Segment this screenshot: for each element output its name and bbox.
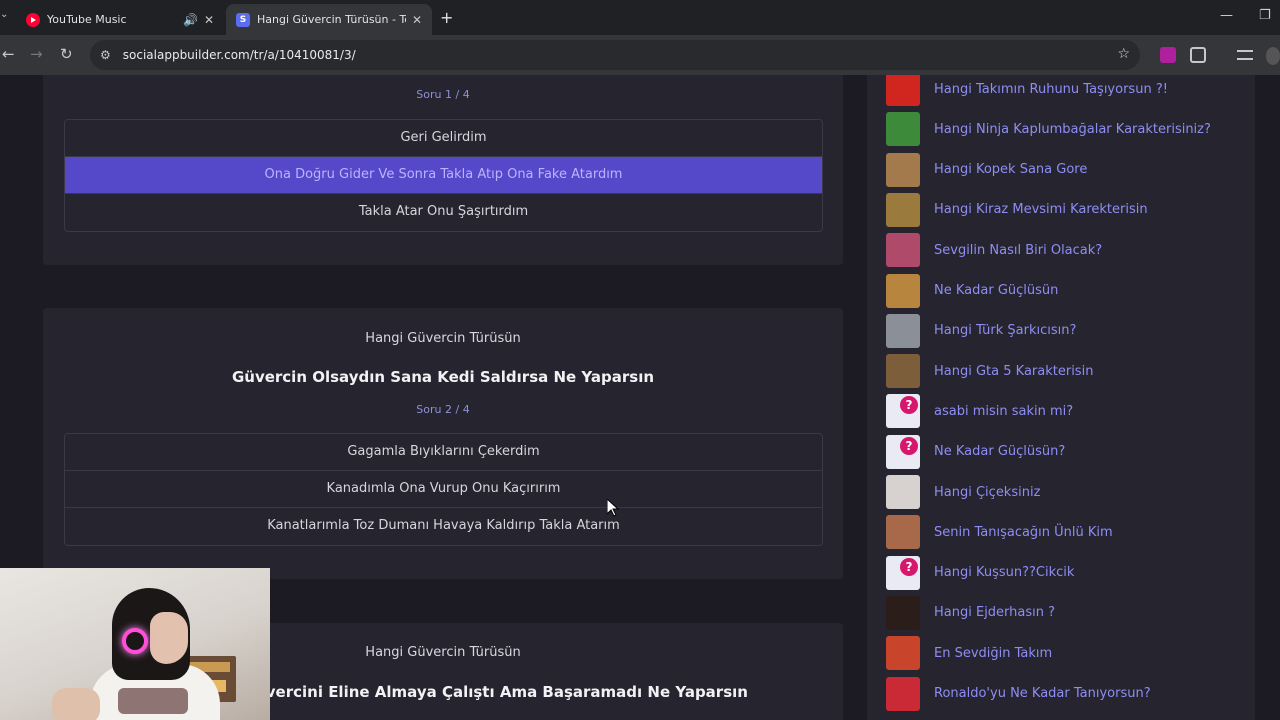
related-quizzes-sidebar: Hangi Takımın Ruhunu Taşıyorsun ?! Hangi … [867, 75, 1255, 720]
quiz-thumbnail[interactable]: ? [886, 394, 920, 429]
answer-option[interactable]: Kanadımla Ona Vurup Onu Kaçırırım [65, 471, 822, 508]
question-card-1: Soru 1 / 4 Geri Gelirdim Ona Doğru Gider… [43, 75, 843, 265]
tab-bar: ⌄ YouTube Music 🔊 ✕ S Hangi Güvercin Tür… [0, 0, 1280, 35]
question-card-2: Hangi Güvercin Türüsün Güvercin Olsaydın… [43, 308, 843, 579]
quiz-thumbnail[interactable] [886, 636, 920, 671]
youtube-music-icon [26, 12, 40, 27]
tab-search-chevron-icon[interactable]: ⌄ [0, 9, 10, 25]
sidebar-quiz-link[interactable]: Hangi Ninja Kaplumbağalar Karakterisiniz… [886, 112, 1211, 147]
sidebar-quiz-title[interactable]: Ne Kadar Güçlüsün? [934, 444, 1065, 459]
answer-list: Gagamla Bıyıklarını Çekerdim Kanadımla O… [64, 433, 823, 546]
quiz-thumbnail[interactable] [886, 112, 920, 147]
back-icon[interactable]: ← [2, 45, 15, 63]
reading-list-icon[interactable] [1237, 50, 1253, 60]
sidebar-quiz-title[interactable]: Hangi Ninja Kaplumbağalar Karakterisiniz… [934, 122, 1211, 137]
question-counter: Soru 1 / 4 [416, 88, 470, 101]
sidebar-quiz-title[interactable]: Hangi Kopek Sana Gore [934, 162, 1087, 177]
sidebar-quiz-title[interactable]: asabi misin sakin mi? [934, 404, 1073, 419]
sidebar-quiz-link[interactable]: Ne Kadar Güçlüsün [886, 273, 1058, 308]
webcam-overlay [0, 568, 270, 720]
sidebar-quiz-title[interactable]: Hangi Gta 5 Karakterisin [934, 364, 1093, 379]
answer-option[interactable]: Takla Atar Onu Şaşırtırdım [65, 194, 822, 231]
sidebar-quiz-title[interactable]: Hangi Kiraz Mevsimi Karekterisin [934, 202, 1148, 217]
sidebar-quiz-title[interactable]: Hangi Kuşsun??Cikcik [934, 565, 1074, 580]
sidebar-quiz-link[interactable]: Sevgilin Nasıl Biri Olacak? [886, 233, 1102, 268]
quiz-thumbnail[interactable] [886, 676, 920, 711]
quiz-thumbnail[interactable] [886, 475, 920, 509]
sidebar-quiz-link[interactable]: ? asabi misin sakin mi? [886, 394, 1073, 429]
sidebar-quiz-link[interactable]: Hangi Kiraz Mevsimi Karekterisin [886, 192, 1148, 227]
question-text: Güvercin Olsaydın Sana Kedi Saldırsa Ne … [231, 368, 655, 386]
tab-title: Hangi Güvercin Türüsün - Test [257, 13, 406, 26]
quiz-thumbnail[interactable] [886, 515, 920, 550]
socialappbuilder-icon: S [236, 12, 250, 27]
sidebar-quiz-title[interactable]: Ne Kadar Güçlüsün [934, 283, 1058, 298]
quiz-thumbnail[interactable] [886, 595, 920, 630]
sidebar-quiz-link[interactable]: Ronaldo'yu Ne Kadar Tanıyorsun? [886, 676, 1151, 711]
quiz-thumbnail[interactable] [886, 152, 920, 187]
question-mark-icon: ? [900, 557, 918, 576]
sidebar-quiz-title[interactable]: Hangi Çiçeksiniz [934, 485, 1040, 500]
forward-icon[interactable]: → [30, 45, 43, 63]
quiz-thumbnail[interactable] [886, 233, 920, 268]
address-bar[interactable]: ⚙ socialappbuilder.com/tr/a/10410081/3/ … [90, 40, 1140, 70]
tab-title: YouTube Music [47, 13, 127, 26]
tab-quiz[interactable]: S Hangi Güvercin Türüsün - Test ✕ [226, 4, 432, 35]
url-text: socialappbuilder.com/tr/a/10410081/3/ [122, 48, 356, 62]
speaker-icon[interactable]: 🔊 [183, 13, 198, 27]
quiz-thumbnail[interactable]: ? [886, 555, 920, 590]
answer-option[interactable]: Gagamla Bıyıklarını Çekerdim [65, 434, 822, 471]
answer-option-selected[interactable]: Ona Doğru Gider Ve Sonra Takla Atıp Ona … [65, 157, 822, 194]
sidebar-quiz-link[interactable]: ? Hangi Kuşsun??Cikcik [886, 555, 1074, 590]
webcam-headset [122, 628, 148, 654]
sidebar-quiz-title[interactable]: Hangi Takımın Ruhunu Taşıyorsun ?! [934, 82, 1168, 97]
sidebar-quiz-link[interactable]: Hangi Ejderhasın ? [886, 595, 1055, 630]
tab-youtube-music[interactable]: YouTube Music 🔊 ✕ [16, 4, 224, 35]
sidebar-quiz-link[interactable]: Senin Tanışacağın Ünlü Kim [886, 515, 1113, 550]
navigation-bar: ← → ↻ ⚙ socialappbuilder.com/tr/a/104100… [0, 35, 1280, 75]
sidebar-quiz-title[interactable]: Senin Tanışacağın Ünlü Kim [934, 525, 1113, 540]
answer-list: Geri Gelirdim Ona Doğru Gider Ve Sonra T… [64, 119, 823, 232]
quiz-title: Hangi Güvercin Türüsün [365, 331, 521, 346]
quiz-thumbnail[interactable] [886, 354, 920, 389]
reload-icon[interactable]: ↻ [60, 45, 73, 63]
sidebar-quiz-title[interactable]: Hangi Türk Şarkıcısın? [934, 323, 1076, 338]
bookmark-star-icon[interactable]: ☆ [1117, 46, 1130, 62]
webcam-shirt-print [118, 688, 188, 714]
sidebar-quiz-title[interactable]: Sevgilin Nasıl Biri Olacak? [934, 243, 1102, 258]
sidebar-quiz-link[interactable]: ? Ne Kadar Güçlüsün? [886, 434, 1065, 469]
extensions-puzzle-icon[interactable] [1190, 47, 1206, 63]
question-mark-icon: ? [900, 436, 918, 455]
minimize-icon[interactable]: — [1220, 8, 1233, 23]
sidebar-quiz-title[interactable]: Hangi Ejderhasın ? [934, 605, 1055, 620]
sidebar-quiz-link[interactable]: Hangi Türk Şarkıcısın? [886, 313, 1076, 348]
site-info-icon[interactable]: ⚙ [100, 48, 111, 62]
maximize-icon[interactable]: ❐ [1259, 8, 1271, 23]
webcam-person-face [150, 612, 188, 664]
profile-avatar[interactable] [1266, 47, 1280, 65]
sidebar-quiz-title[interactable]: Ronaldo'yu Ne Kadar Tanıyorsun? [934, 686, 1151, 701]
sidebar-quiz-link[interactable]: Hangi Takımın Ruhunu Taşıyorsun ?! [886, 75, 1168, 106]
sidebar-quiz-title[interactable]: En Sevdiğin Takım [934, 646, 1052, 661]
answer-option[interactable]: Geri Gelirdim [65, 120, 822, 157]
extension-icon[interactable] [1160, 47, 1176, 63]
sidebar-quiz-link[interactable]: Hangi Çiçeksiniz [886, 475, 1040, 509]
quiz-thumbnail[interactable] [886, 192, 920, 227]
quiz-thumbnail[interactable] [886, 313, 920, 348]
question-counter: Soru 2 / 4 [416, 403, 470, 416]
quiz-thumbnail[interactable] [886, 273, 920, 308]
close-tab-icon[interactable]: ✕ [204, 13, 214, 27]
close-tab-icon[interactable]: ✕ [412, 13, 422, 27]
sidebar-quiz-link[interactable]: Hangi Kopek Sana Gore [886, 152, 1087, 187]
question-mark-icon: ? [900, 396, 918, 415]
new-tab-icon[interactable]: + [440, 8, 453, 27]
answer-option[interactable]: Kanatlarımla Toz Dumanı Havaya Kaldırıp … [65, 508, 822, 545]
webcam-person-hand [52, 688, 100, 720]
sidebar-quiz-link[interactable]: Hangi Gta 5 Karakterisin [886, 354, 1093, 389]
quiz-thumbnail[interactable] [886, 75, 920, 106]
quiz-thumbnail[interactable]: ? [886, 434, 920, 469]
sidebar-quiz-link[interactable]: En Sevdiğin Takım [886, 636, 1052, 671]
